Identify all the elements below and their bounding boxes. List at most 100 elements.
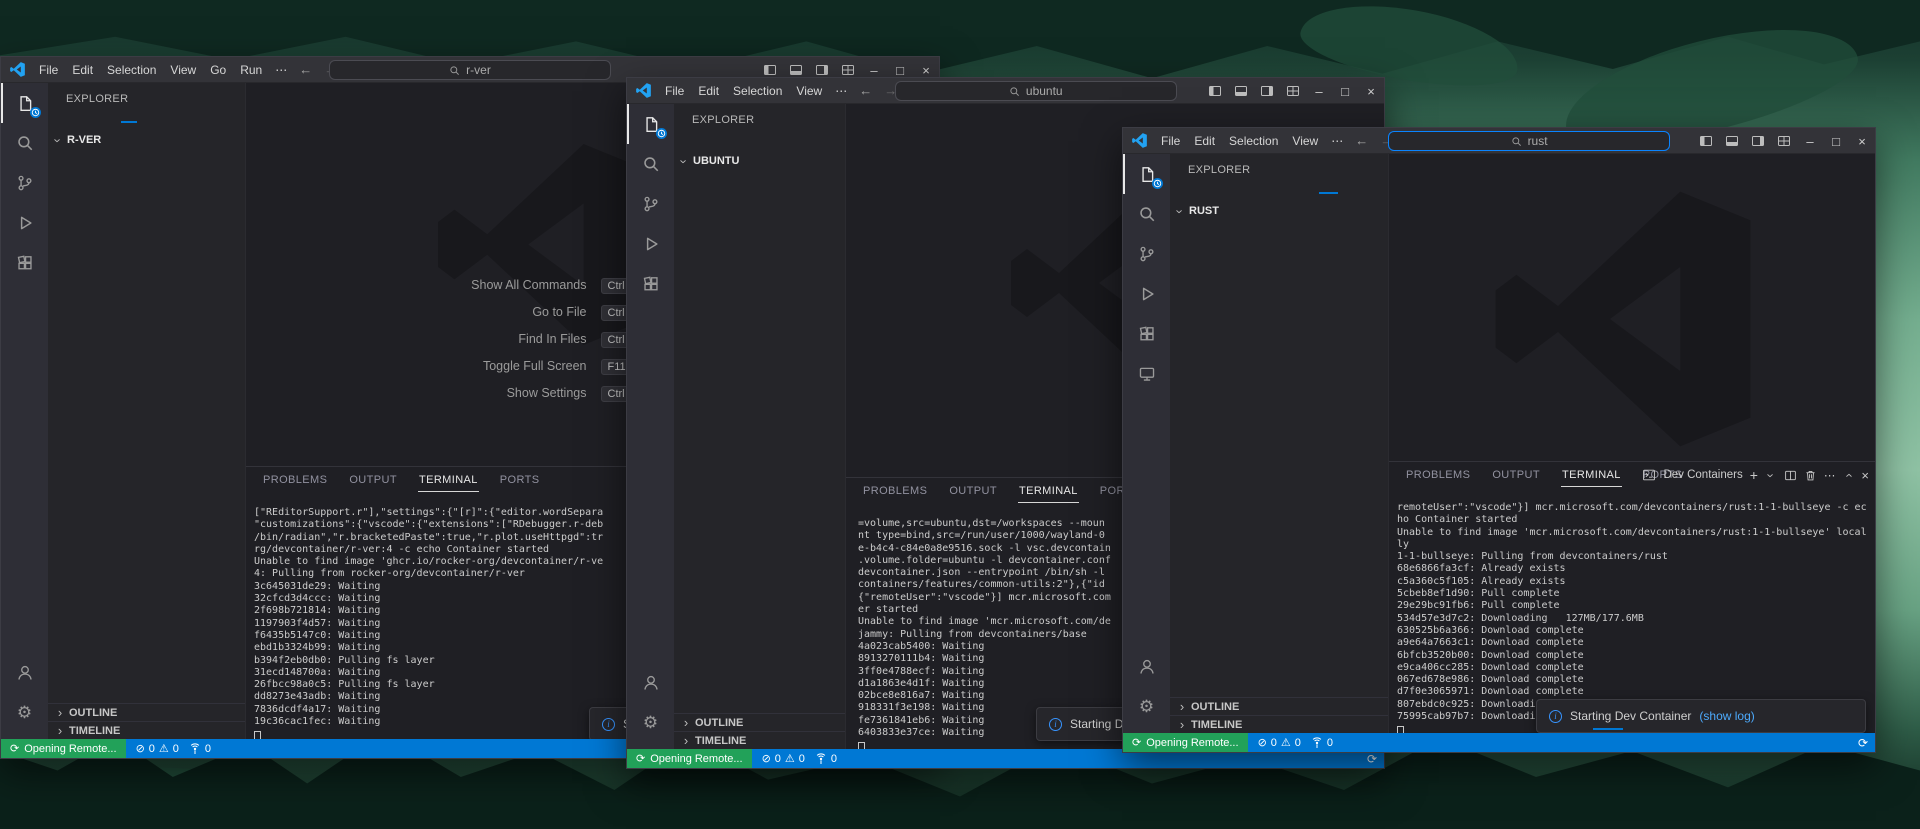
layout-panel-icon[interactable]: [1228, 78, 1254, 104]
activitybar-account[interactable]: [1, 653, 48, 693]
activitybar-settings[interactable]: ⚙: [1, 693, 48, 733]
menu-item[interactable]: File: [658, 83, 691, 99]
panel-tab[interactable]: TERMINAL: [1560, 462, 1622, 487]
split-terminal-button[interactable]: [1784, 469, 1797, 482]
more-actions-button[interactable]: ⋯: [1824, 468, 1836, 482]
sidebar-section-timeline[interactable]: › TIMELINE: [48, 721, 245, 739]
minimize-button[interactable]: –: [1306, 78, 1332, 104]
menu-item[interactable]: Selection: [1222, 133, 1285, 149]
activitybar-settings[interactable]: ⚙: [1123, 687, 1170, 727]
menu-item[interactable]: Go: [203, 62, 233, 78]
activitybar-source-control[interactable]: [1, 163, 48, 203]
command-center-search[interactable]: rust: [1388, 131, 1671, 151]
activitybar-account[interactable]: [627, 663, 674, 703]
tree-item-folder[interactable]: › R-VER: [51, 130, 245, 150]
panel-tab[interactable]: TERMINAL: [417, 467, 479, 492]
panel-tab[interactable]: TERMINAL: [1017, 478, 1079, 503]
menu-overflow-button[interactable]: ⋯: [269, 62, 293, 78]
panel-tab[interactable]: PROBLEMS: [1405, 462, 1471, 487]
activitybar-search[interactable]: [1, 123, 48, 163]
layout-customize-icon[interactable]: [1771, 128, 1797, 154]
remote-status-item[interactable]: ⟳ Opening Remote...: [1123, 733, 1248, 752]
activitybar-extensions[interactable]: [1123, 314, 1170, 354]
search-icon: [1511, 136, 1521, 146]
menu-item[interactable]: Edit: [691, 83, 726, 99]
activitybar-explorer[interactable]: [1, 83, 48, 123]
menu-item[interactable]: View: [789, 83, 829, 99]
menu-item[interactable]: Edit: [65, 62, 100, 78]
ports-status-item[interactable]: 0: [815, 753, 837, 765]
close-button[interactable]: ×: [1358, 78, 1384, 104]
kill-terminal-button[interactable]: [1804, 469, 1817, 482]
sidebar-section-outline[interactable]: › OUTLINE: [1170, 697, 1388, 715]
sidebar-section-timeline[interactable]: › TIMELINE: [674, 731, 845, 749]
menu-item[interactable]: Selection: [100, 62, 163, 78]
command-center-search[interactable]: ubuntu: [894, 81, 1177, 101]
layout-sidebar-left-icon[interactable]: [1202, 78, 1228, 104]
new-terminal-button[interactable]: +: [1750, 467, 1758, 483]
close-panel-button[interactable]: ×: [1861, 468, 1869, 483]
activitybar-search[interactable]: [1123, 194, 1170, 234]
panel-tab[interactable]: PROBLEMS: [862, 478, 928, 503]
back-button[interactable]: ←: [293, 62, 318, 77]
remote-status-item[interactable]: ⟳ Opening Remote...: [1, 739, 126, 758]
menu-item[interactable]: File: [32, 62, 65, 78]
minimize-button[interactable]: –: [1797, 128, 1823, 154]
remote-status-item[interactable]: ⟳ Opening Remote...: [627, 749, 752, 768]
activitybar-source-control[interactable]: [627, 184, 674, 224]
panel-tab[interactable]: PORTS: [499, 467, 541, 492]
maximize-button[interactable]: □: [1823, 128, 1849, 154]
panel-tab[interactable]: PROBLEMS: [262, 467, 328, 492]
panel-tab[interactable]: OUTPUT: [348, 467, 398, 492]
menu-item[interactable]: File: [1154, 133, 1187, 149]
ports-status-item[interactable]: 0: [1311, 737, 1333, 749]
sidebar-section-outline[interactable]: › OUTLINE: [48, 703, 245, 721]
activitybar-run-debug[interactable]: [1, 203, 48, 243]
sidebar-section-timeline[interactable]: › TIMELINE: [1170, 715, 1388, 733]
sidebar-section-outline[interactable]: › OUTLINE: [674, 713, 845, 731]
ports-status-item[interactable]: 0: [189, 743, 211, 755]
activitybar-settings[interactable]: ⚙: [627, 703, 674, 743]
maximize-button[interactable]: □: [1332, 78, 1358, 104]
layout-panel-icon[interactable]: [1719, 128, 1745, 154]
back-button[interactable]: ←: [1349, 133, 1374, 148]
problems-status-item[interactable]: ⊘ 0 ⚠ 0: [762, 752, 805, 765]
activitybar-remote-explorer[interactable]: [1123, 354, 1170, 394]
menu-item[interactable]: View: [163, 62, 203, 78]
panel-tab[interactable]: OUTPUT: [1491, 462, 1541, 487]
sync-status-icon[interactable]: ⟳: [1858, 736, 1868, 750]
activitybar-extensions[interactable]: [627, 264, 674, 304]
activitybar-search[interactable]: [627, 144, 674, 184]
notification-link[interactable]: (show log): [1699, 709, 1754, 723]
terminal-profile-dropdown[interactable]: ›: [1763, 468, 1778, 483]
menu-item[interactable]: Edit: [1187, 133, 1222, 149]
tree-item-folder[interactable]: › RUST: [1173, 201, 1388, 221]
activitybar-run-debug[interactable]: [1123, 274, 1170, 314]
terminal-profile-label[interactable]: Dev Containers: [1663, 469, 1742, 481]
maximize-panel-button[interactable]: ›: [1841, 468, 1856, 483]
menu-overflow-button[interactable]: ⋯: [1325, 133, 1349, 149]
menu-item[interactable]: Run: [233, 62, 269, 78]
activitybar-run-debug[interactable]: [627, 224, 674, 264]
menu-overflow-button[interactable]: ⋯: [829, 83, 853, 99]
problems-status-item[interactable]: ⊘ 0 ⚠ 0: [1258, 736, 1301, 749]
command-center-search[interactable]: r-ver: [329, 60, 611, 80]
tree-item-folder[interactable]: › UBUNTU: [677, 151, 845, 171]
back-button[interactable]: ←: [853, 83, 878, 98]
activitybar-source-control[interactable]: [1123, 234, 1170, 274]
activitybar-explorer[interactable]: [1123, 154, 1170, 194]
menu-item[interactable]: View: [1285, 133, 1325, 149]
panel-tab[interactable]: OUTPUT: [948, 478, 998, 503]
activitybar-explorer[interactable]: [627, 104, 674, 144]
layout-sidebar-right-icon[interactable]: [1745, 128, 1771, 154]
layout-sidebar-left-icon[interactable]: [1693, 128, 1719, 154]
problems-status-item[interactable]: ⊘ 0 ⚠ 0: [136, 742, 179, 755]
activitybar-account[interactable]: [1123, 647, 1170, 687]
close-button[interactable]: ×: [1849, 128, 1875, 154]
activitybar-extensions[interactable]: [1, 243, 48, 283]
notification-toast[interactable]: i Starting Dev Container (show log): [1536, 699, 1866, 733]
layout-sidebar-right-icon[interactable]: [1254, 78, 1280, 104]
menu-item[interactable]: Selection: [726, 83, 789, 99]
layout-customize-icon[interactable]: [1280, 78, 1306, 104]
sync-status-icon[interactable]: ⟳: [1367, 752, 1377, 766]
